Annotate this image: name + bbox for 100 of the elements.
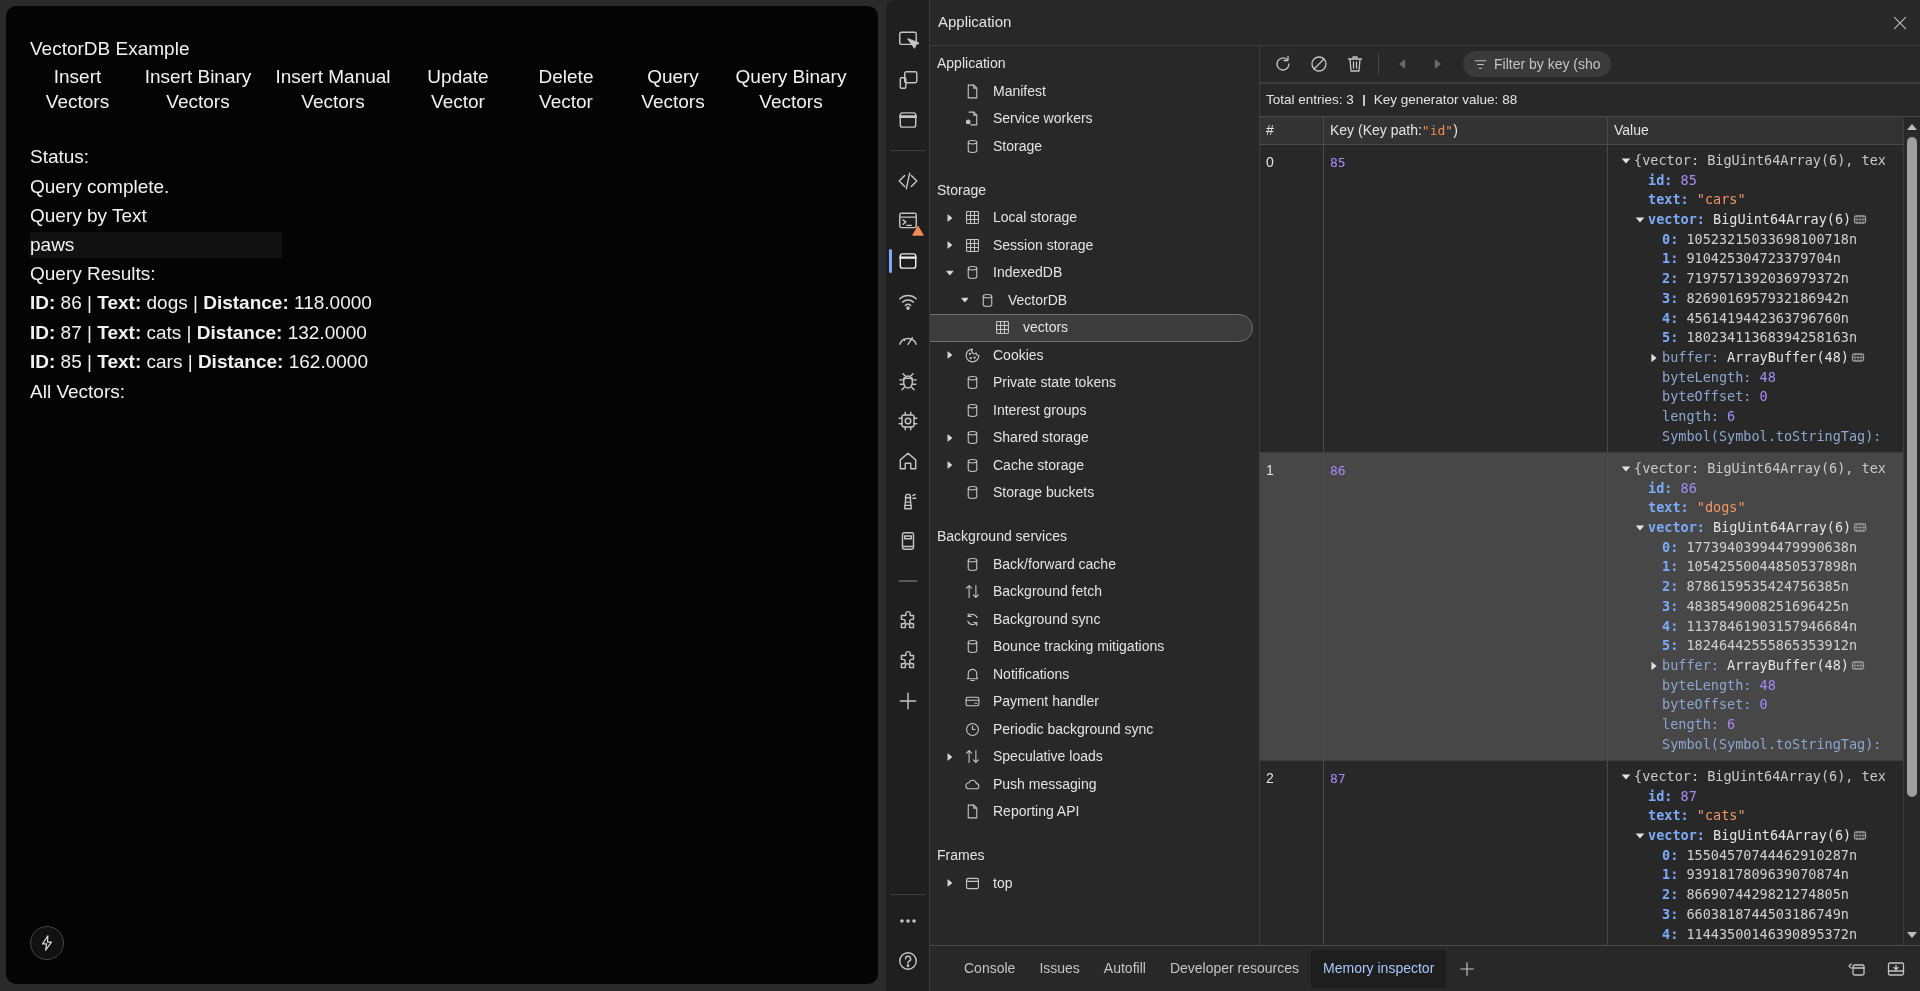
action-button[interactable]: Insert Binary Vectors bbox=[131, 64, 265, 114]
property-text: text: "cars" bbox=[1648, 190, 1746, 210]
property-text: text: "dogs" bbox=[1648, 498, 1746, 518]
action-button[interactable]: Query Binary Vectors bbox=[729, 64, 853, 114]
property-text: 4: 4561419442363796760n bbox=[1662, 308, 1849, 328]
property-text: byteOffset: 0 bbox=[1662, 387, 1768, 407]
tree-item[interactable]: Private state tokens bbox=[993, 372, 1116, 394]
property-text: 2: 8669074429821274805n bbox=[1662, 885, 1849, 905]
property-text: length: 6 bbox=[1662, 714, 1736, 734]
table-cell: 0 bbox=[1266, 154, 1274, 170]
section-heading: Application bbox=[937, 54, 1006, 74]
memory-icon[interactable] bbox=[1853, 829, 1868, 843]
status-text: Query complete. bbox=[30, 174, 170, 199]
column-header[interactable]: Value bbox=[1608, 117, 1903, 144]
table-cell: 1 bbox=[1266, 462, 1274, 478]
memory-icon[interactable] bbox=[1850, 659, 1865, 673]
property-text: id: 86 bbox=[1648, 478, 1697, 498]
tree-item[interactable]: top bbox=[993, 872, 1013, 894]
table-row[interactable] bbox=[1260, 145, 1903, 453]
active-indicator bbox=[888, 249, 892, 273]
section-heading: Background services bbox=[937, 527, 1067, 547]
table-row[interactable] bbox=[1260, 453, 1903, 761]
scrollbar-thumb[interactable] bbox=[1907, 137, 1917, 797]
result-line: ID: 87 | Text: cats | Distance: 132.0000 bbox=[30, 320, 367, 345]
drawer-tab[interactable]: Issues bbox=[1027, 949, 1092, 988]
tree-item[interactable]: Manifest bbox=[993, 80, 1046, 102]
property-text: 2: 8786159535424756385n bbox=[1662, 577, 1849, 597]
property-text: vector: BigUint64Array(6) bbox=[1648, 518, 1852, 538]
property-text: 0: 17739403994479990638n bbox=[1662, 537, 1858, 557]
drawer-tab[interactable]: Developer resources bbox=[1157, 949, 1312, 988]
summary-text: Total entries: 3 bbox=[1266, 90, 1354, 109]
drawer-tab[interactable]: Memory inspector bbox=[1311, 949, 1447, 988]
property-text: buffer: ArrayBuffer(48) bbox=[1662, 655, 1849, 675]
result-line: ID: 86 | Text: dogs | Distance: 118.0000 bbox=[30, 291, 372, 315]
drawer-tab[interactable]: Autofill bbox=[1091, 949, 1158, 988]
tree-item[interactable]: Shared storage bbox=[993, 427, 1089, 449]
cookie-icon bbox=[964, 346, 981, 364]
table-icon bbox=[964, 236, 981, 254]
property-text: 3: 6603818744503186749n bbox=[1662, 904, 1849, 924]
tree-item[interactable]: Service workers bbox=[993, 108, 1093, 130]
memory-icon[interactable] bbox=[1850, 351, 1865, 365]
action-button[interactable]: Insert Manual Vectors bbox=[265, 64, 401, 114]
property-text: 4: 11378461903157946684n bbox=[1662, 616, 1858, 636]
property-text: vector: BigUint64Array(6) bbox=[1648, 210, 1852, 230]
action-button[interactable]: Insert Vectors bbox=[24, 64, 131, 114]
memory-icon[interactable] bbox=[1853, 213, 1868, 227]
property-text: text: "cats" bbox=[1648, 806, 1746, 826]
tree-item[interactable]: Push messaging bbox=[993, 773, 1097, 795]
tree-item[interactable]: Bounce tracking mitigations bbox=[993, 636, 1165, 658]
tree-item[interactable]: Storage bbox=[993, 135, 1043, 157]
tree-item[interactable]: Storage buckets bbox=[993, 482, 1095, 504]
panel-title: Application bbox=[938, 12, 1012, 33]
clock-icon bbox=[964, 720, 981, 738]
tree-item[interactable]: Local storage bbox=[993, 207, 1078, 229]
property-text: Symbol(Symbol.toStringTag): bbox=[1662, 734, 1882, 754]
tree-item[interactable]: Notifications bbox=[993, 663, 1070, 685]
tree-item[interactable]: Cookies bbox=[993, 344, 1044, 366]
up-down-arrows-icon bbox=[964, 748, 981, 766]
property-text: 1: 910425304723379704n bbox=[1662, 249, 1841, 269]
property-text: 3: 4838549008251696425n bbox=[1662, 596, 1849, 616]
up-down-arrows-icon bbox=[964, 583, 981, 601]
status-label: Status: bbox=[30, 145, 90, 169]
tree-item[interactable]: vectors bbox=[930, 314, 1253, 342]
property-text: vector: BigUint64Array(6) bbox=[1648, 826, 1852, 846]
property-text: 2: 7197571392036979372n bbox=[1662, 269, 1849, 289]
table-cell: 87 bbox=[1330, 771, 1346, 786]
property-text: byteLength: 48 bbox=[1662, 675, 1776, 695]
property-text: 1: 9391817809639070874n bbox=[1662, 865, 1849, 885]
property-text: id: 87 bbox=[1648, 786, 1697, 806]
action-button[interactable]: Update Vector bbox=[401, 64, 515, 114]
tree-item[interactable]: Cache storage bbox=[993, 454, 1085, 476]
lightning-button[interactable] bbox=[30, 926, 64, 960]
property-text: 5: 18023411368394258163n bbox=[1662, 328, 1858, 348]
section-label: All Vectors: bbox=[30, 379, 126, 404]
sync-icon bbox=[964, 610, 981, 628]
filter-field[interactable]: Filter by key (sho bbox=[1463, 51, 1611, 77]
column-header[interactable]: Key (Key path:"id") bbox=[1324, 117, 1608, 144]
tree-item[interactable]: Payment handler bbox=[993, 691, 1099, 713]
action-button[interactable]: Query Vectors bbox=[617, 64, 729, 114]
tree-item[interactable]: Speculative loads bbox=[993, 746, 1103, 768]
drawer-tab[interactable]: Console bbox=[952, 949, 1028, 988]
results-label: Query Results: bbox=[30, 261, 156, 286]
action-button[interactable]: Delete Vector bbox=[515, 64, 617, 114]
tree-item[interactable]: Periodic background sync bbox=[993, 718, 1154, 740]
tree-item[interactable]: Interest groups bbox=[993, 399, 1087, 421]
property-text: Symbol(Symbol.toStringTag): bbox=[1662, 426, 1882, 446]
column-header[interactable]: # bbox=[1260, 117, 1324, 144]
property-text: 0: 10523215033698100718n bbox=[1662, 229, 1858, 249]
tree-item[interactable]: Session storage bbox=[993, 234, 1094, 256]
tree-item[interactable]: Background fetch bbox=[993, 581, 1102, 603]
tree-item[interactable]: Back/forward cache bbox=[993, 553, 1116, 575]
memory-icon[interactable] bbox=[1853, 521, 1868, 535]
tree-item[interactable]: IndexedDB bbox=[993, 262, 1063, 284]
tree-item[interactable]: Background sync bbox=[993, 608, 1101, 630]
tree-item[interactable]: Reporting API bbox=[993, 801, 1080, 823]
tree-item[interactable]: VectorDB bbox=[1008, 289, 1068, 311]
property-text: {vector: BigUint64Array(6), tex bbox=[1634, 151, 1886, 170]
property-text: 4: 11443500146390895372n bbox=[1662, 924, 1858, 944]
query-input[interactable]: paws bbox=[30, 231, 282, 258]
property-text: id: 85 bbox=[1648, 170, 1697, 190]
